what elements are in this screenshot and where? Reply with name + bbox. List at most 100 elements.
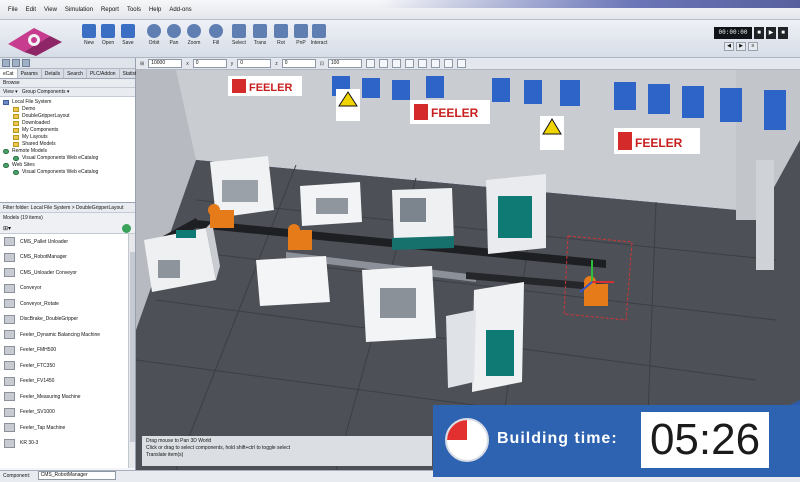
model-list-item[interactable]: CMS_Unloader Conveyor (0, 265, 135, 281)
interact-icon (312, 24, 326, 38)
menu-addons[interactable]: Add-ons (165, 7, 195, 13)
globe-icon (3, 149, 9, 154)
app-logo (8, 28, 62, 56)
snap-toggle-2[interactable] (378, 59, 388, 68)
model-list-item[interactable]: Feeler_FV1450 (0, 374, 135, 390)
scrollbar-thumb[interactable] (130, 252, 135, 442)
model-thumbnail-icon (4, 299, 15, 309)
machine-3 (300, 182, 362, 226)
tab-details[interactable]: Details (42, 69, 65, 78)
menu-view[interactable]: View (40, 7, 61, 13)
rotate-icon (274, 24, 288, 38)
tree-node[interactable]: My Components (0, 127, 135, 134)
model-list-item[interactable]: Feeler_SV1000 (0, 405, 135, 421)
orbit-icon (147, 24, 161, 38)
tree-node[interactable]: Demo (0, 106, 135, 113)
component-select[interactable]: CMS_RobotManager (37, 471, 116, 481)
panel-toolbar (0, 58, 135, 69)
tab-search[interactable]: Search (64, 69, 87, 78)
model-list-item[interactable]: Feeler_Measuring Machine (0, 389, 135, 405)
tree-node[interactable]: Visual Components Web eCatalog (0, 169, 135, 176)
reset-button[interactable]: ■ (754, 27, 764, 39)
new-file-icon (82, 24, 96, 38)
stop-button[interactable]: ■ (778, 27, 788, 39)
toolbar-button-open[interactable]: Open (97, 24, 119, 46)
toolbar-button-trans[interactable]: Trans (249, 24, 271, 46)
grid-size-field[interactable]: 10000 (148, 59, 183, 68)
toolbar-button-save[interactable]: Save (117, 24, 139, 46)
snap-toggle-4[interactable] (404, 59, 414, 68)
tree-node[interactable]: Visual Components Web eCatalog (0, 155, 135, 162)
view-mode-icon[interactable]: ⊞▾ (3, 225, 11, 232)
toolbar-button-label: Interact (310, 40, 328, 46)
panel-icon-1[interactable] (2, 59, 10, 67)
tree-node[interactable]: DoubleGripperLayout (0, 113, 135, 120)
models-scrollbar[interactable] (128, 234, 135, 468)
model-list-item[interactable]: Feeler_FMH500 (0, 343, 135, 359)
model-list-item[interactable]: Feeler_Tap Machine (0, 420, 135, 436)
tree-node[interactable]: Remote Models (0, 148, 135, 155)
snap-toggle-1[interactable] (365, 59, 375, 68)
snap-toggle-5[interactable] (417, 59, 427, 68)
menu-edit[interactable]: Edit (22, 7, 40, 13)
speed-button[interactable]: ≡ (748, 42, 758, 51)
toolbar-button-label: Trans (253, 40, 267, 46)
model-list-item[interactable]: CMS_RobotManager (0, 250, 135, 266)
snap-toggle-3[interactable] (391, 59, 401, 68)
snap-toggle-8[interactable] (456, 59, 466, 68)
snap-field[interactable]: 100 (327, 59, 362, 68)
tab-params[interactable]: Params (18, 69, 42, 78)
model-name: Conveyor_Rotate (20, 300, 59, 307)
refresh-icon[interactable] (122, 224, 131, 233)
toolbar-button-pan[interactable]: Pan (163, 24, 185, 46)
toolbar-button-rot[interactable]: Rot (270, 24, 292, 46)
model-list-item[interactable]: DiscBrake_DoubleGripper (0, 312, 135, 328)
menu-file[interactable]: File (4, 7, 22, 13)
tab-ecat[interactable]: eCat (0, 69, 18, 78)
tree-node[interactable]: Local File System (0, 99, 135, 106)
y-field[interactable]: 0 (237, 59, 272, 68)
tree-node-label: Shared Models (22, 141, 56, 147)
view-row: View ▾ Group Components ▾ (0, 88, 135, 97)
model-name: DiscBrake_DoubleGripper (20, 316, 79, 323)
toolbar-button-select[interactable]: Select (228, 24, 250, 46)
panel-icon-2[interactable] (12, 59, 20, 67)
model-list-item[interactable]: Conveyor (0, 281, 135, 297)
model-name: KR 30-3 (20, 440, 39, 447)
model-list-item[interactable]: CMS_Pallet Unloader (0, 234, 135, 250)
menu-tools[interactable]: Tools (123, 7, 145, 13)
snap-toggle-6[interactable] (430, 59, 440, 68)
model-thumbnail-icon (4, 376, 15, 386)
tree-node-label: DoubleGripperLayout (22, 113, 70, 119)
panel-icon-3[interactable] (22, 59, 30, 67)
tree-node[interactable]: Shared Models (0, 141, 135, 148)
model-list-item[interactable]: Feeler_FTC350 (0, 358, 135, 374)
step-back-button[interactable]: ◀ (724, 42, 734, 51)
model-list-item[interactable]: Conveyor_Rotate (0, 296, 135, 312)
tree-node[interactable]: My Layouts (0, 134, 135, 141)
tree-node[interactable]: Downloaded (0, 120, 135, 127)
x-field[interactable]: 0 (192, 59, 227, 68)
menu-report[interactable]: Report (97, 7, 123, 13)
tab-plc-addon[interactable]: PLC/Addon (87, 69, 120, 78)
folder-icon (13, 114, 19, 119)
step-forward-button[interactable]: ▶ (736, 42, 746, 51)
snap-label: ⊡ (319, 60, 324, 67)
z-label: z (275, 60, 278, 67)
toolbar-button-fill[interactable]: Fill (205, 24, 227, 46)
toolbar-button-interact[interactable]: Interact (308, 24, 330, 46)
play-button[interactable]: ▶ (766, 27, 776, 39)
z-field[interactable]: 0 (281, 59, 316, 68)
models-list: CMS_Pallet Unloader CMS_RobotManager CMS_U… (0, 234, 135, 468)
tree-node[interactable]: Web Sites (0, 162, 135, 169)
toolbar-button-zoom[interactable]: Zoom (183, 24, 205, 46)
model-list-item[interactable]: KR 30-3 (0, 436, 135, 452)
model-list-item[interactable]: Feeler_Dynamic Balancing Machine (0, 327, 135, 343)
menu-help[interactable]: Help (145, 7, 165, 13)
menu-simulation[interactable]: Simulation (61, 7, 97, 13)
snap-toggle-7[interactable] (443, 59, 453, 68)
view-label[interactable]: View (3, 89, 14, 95)
toolbar-button-orbit[interactable]: Orbit (143, 24, 165, 46)
group-label[interactable]: Group Components (22, 89, 66, 95)
brand-sign-2: FEELER (410, 100, 490, 124)
